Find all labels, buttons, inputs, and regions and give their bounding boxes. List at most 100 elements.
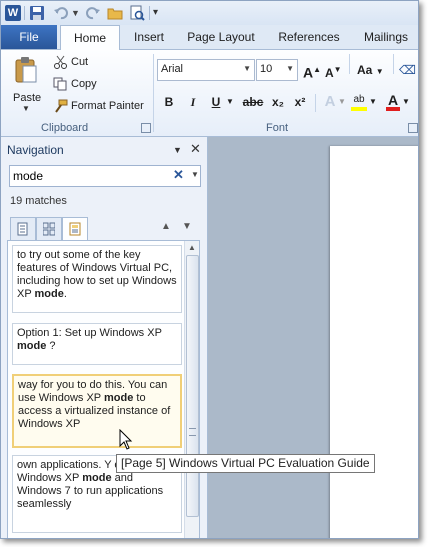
tab-results[interactable] bbox=[62, 217, 88, 242]
close-icon[interactable]: ✕ bbox=[190, 141, 201, 157]
search-result-item[interactable]: Option 1: Set up Windows XP mode ? bbox=[12, 323, 182, 365]
result-match: mode bbox=[17, 340, 47, 352]
paste-button[interactable]: Paste ▼ bbox=[7, 54, 45, 113]
result-tooltip: [Page 5] Windows Virtual PC Evaluation G… bbox=[116, 454, 375, 473]
font-size-combobox[interactable]: 10 ▼ bbox=[256, 59, 298, 81]
divider bbox=[153, 54, 154, 132]
tab-insert[interactable]: Insert bbox=[129, 25, 169, 49]
results-scrollbar[interactable]: ▲ bbox=[184, 241, 199, 538]
ribbon: Paste ▼ Cut Copy Format Painter Clipboar… bbox=[1, 50, 418, 137]
underline-button[interactable]: U bbox=[209, 93, 223, 111]
divider bbox=[24, 6, 25, 20]
chevron-down-icon[interactable]: ▼ bbox=[286, 64, 294, 73]
result-text: ? bbox=[46, 340, 56, 352]
tab-headings[interactable] bbox=[10, 217, 36, 241]
print-preview-icon[interactable] bbox=[129, 5, 145, 21]
chevron-down-icon[interactable]: ▼ bbox=[243, 64, 251, 73]
change-case-label: Aa bbox=[357, 63, 373, 77]
clipboard-icon bbox=[14, 56, 38, 84]
document-area bbox=[208, 137, 418, 538]
cut-button[interactable]: Cut bbox=[53, 53, 88, 71]
word-icon[interactable]: W bbox=[5, 5, 21, 21]
change-case-button[interactable]: Aa ▼ bbox=[357, 62, 384, 80]
tab-mailings[interactable]: Mailings bbox=[361, 25, 411, 49]
document-page[interactable] bbox=[330, 146, 418, 538]
headings-view-icon bbox=[17, 222, 29, 236]
pane-options-icon[interactable]: ▼ bbox=[173, 145, 182, 155]
customize-toolbar-icon[interactable]: ▾ bbox=[153, 5, 158, 21]
font-name-value: Arial bbox=[161, 63, 184, 75]
next-result-icon[interactable]: ▼ bbox=[182, 221, 192, 232]
font-group-label: Font bbox=[266, 122, 289, 134]
tab-file[interactable]: File bbox=[1, 25, 57, 49]
match-count: 19 matches bbox=[10, 195, 67, 207]
result-match: mode bbox=[34, 288, 64, 300]
clipboard-dialog-launcher-icon[interactable] bbox=[141, 123, 151, 133]
font-color-button[interactable]: A bbox=[386, 93, 400, 111]
shrink-font-label: A bbox=[325, 66, 334, 80]
scissors-icon bbox=[53, 55, 69, 70]
font-color-label: A bbox=[387, 92, 399, 108]
divider bbox=[149, 6, 150, 20]
ribbon-tabs: File Home Insert Page Layout References … bbox=[1, 25, 418, 51]
format-painter-label: Format Painter bbox=[71, 100, 144, 112]
grow-font-button[interactable]: A▲ bbox=[303, 62, 321, 81]
search-results-list: to try out some of the key features of W… bbox=[7, 240, 200, 538]
result-text: Option 1: Set up Windows XP bbox=[17, 327, 162, 339]
copy-icon bbox=[53, 77, 69, 91]
search-result-item-selected[interactable]: way for you to do this. You can use Wind… bbox=[12, 374, 182, 448]
underline-dropdown-icon[interactable]: ▼ bbox=[225, 93, 235, 111]
results-view-icon bbox=[69, 222, 81, 236]
font-color-dropdown-icon[interactable]: ▼ bbox=[402, 93, 410, 111]
open-folder-icon[interactable] bbox=[107, 5, 123, 21]
result-match: mode bbox=[104, 392, 134, 404]
undo-icon[interactable] bbox=[53, 5, 69, 21]
tab-references[interactable]: References bbox=[277, 25, 341, 49]
divider bbox=[393, 54, 394, 74]
search-options-icon[interactable]: ▼ bbox=[191, 170, 199, 179]
clear-formatting-icon[interactable]: ⌫ bbox=[399, 62, 416, 78]
italic-button[interactable]: I bbox=[186, 93, 200, 111]
result-match: mode bbox=[82, 472, 112, 484]
subscript-button[interactable]: x₂ bbox=[269, 93, 287, 111]
clipboard-group-label: Clipboard bbox=[41, 122, 89, 134]
mouse-pointer-icon bbox=[119, 428, 133, 451]
redo-icon[interactable] bbox=[85, 5, 101, 21]
tab-page-layout[interactable]: Page Layout bbox=[187, 25, 255, 49]
clear-search-icon[interactable]: ✕ bbox=[173, 167, 184, 183]
paintbrush-icon bbox=[53, 99, 69, 113]
copy-button[interactable]: Copy bbox=[53, 75, 97, 93]
tab-home[interactable]: Home bbox=[60, 25, 120, 51]
thumbnails-view-icon bbox=[42, 222, 56, 236]
font-size-value: 10 bbox=[260, 63, 273, 75]
navigation-title: Navigation bbox=[7, 143, 64, 157]
highlight-label: ab bbox=[353, 94, 365, 105]
scroll-up-icon[interactable]: ▲ bbox=[188, 243, 196, 252]
bold-button[interactable]: B bbox=[162, 93, 176, 111]
divider bbox=[349, 54, 350, 74]
tab-pages[interactable] bbox=[36, 217, 62, 241]
scrollbar-thumb[interactable] bbox=[186, 255, 199, 517]
grip-icon bbox=[189, 428, 196, 436]
paste-dropdown-icon[interactable]: ▼ bbox=[22, 104, 30, 113]
font-name-combobox[interactable]: Arial ▼ bbox=[157, 59, 255, 81]
result-text: . bbox=[63, 288, 67, 300]
search-box[interactable]: ✕ ▼ bbox=[9, 165, 201, 187]
shrink-font-button[interactable]: A▼ bbox=[325, 62, 342, 81]
font-dialog-launcher-icon[interactable] bbox=[408, 123, 418, 133]
paste-label: Paste bbox=[13, 92, 42, 104]
save-icon[interactable] bbox=[29, 5, 45, 21]
format-painter-button[interactable]: Format Painter bbox=[53, 97, 144, 115]
highlight-dropdown-icon[interactable]: ▼ bbox=[369, 93, 377, 111]
quick-access-toolbar: W ▼ ▾ bbox=[1, 1, 418, 25]
text-effects-dropdown-icon[interactable]: ▼ bbox=[338, 93, 346, 111]
text-effects-button[interactable]: A bbox=[322, 93, 338, 111]
search-result-item[interactable]: to try out some of the key features of W… bbox=[12, 245, 182, 313]
undo-dropdown-icon[interactable]: ▼ bbox=[71, 5, 80, 21]
superscript-button[interactable]: x² bbox=[291, 93, 309, 111]
previous-result-icon[interactable]: ▲ bbox=[161, 221, 171, 232]
search-input[interactable] bbox=[13, 168, 163, 183]
divider bbox=[315, 94, 316, 112]
strikethrough-button[interactable]: abc bbox=[241, 93, 265, 111]
highlight-button[interactable]: ab bbox=[351, 93, 367, 111]
